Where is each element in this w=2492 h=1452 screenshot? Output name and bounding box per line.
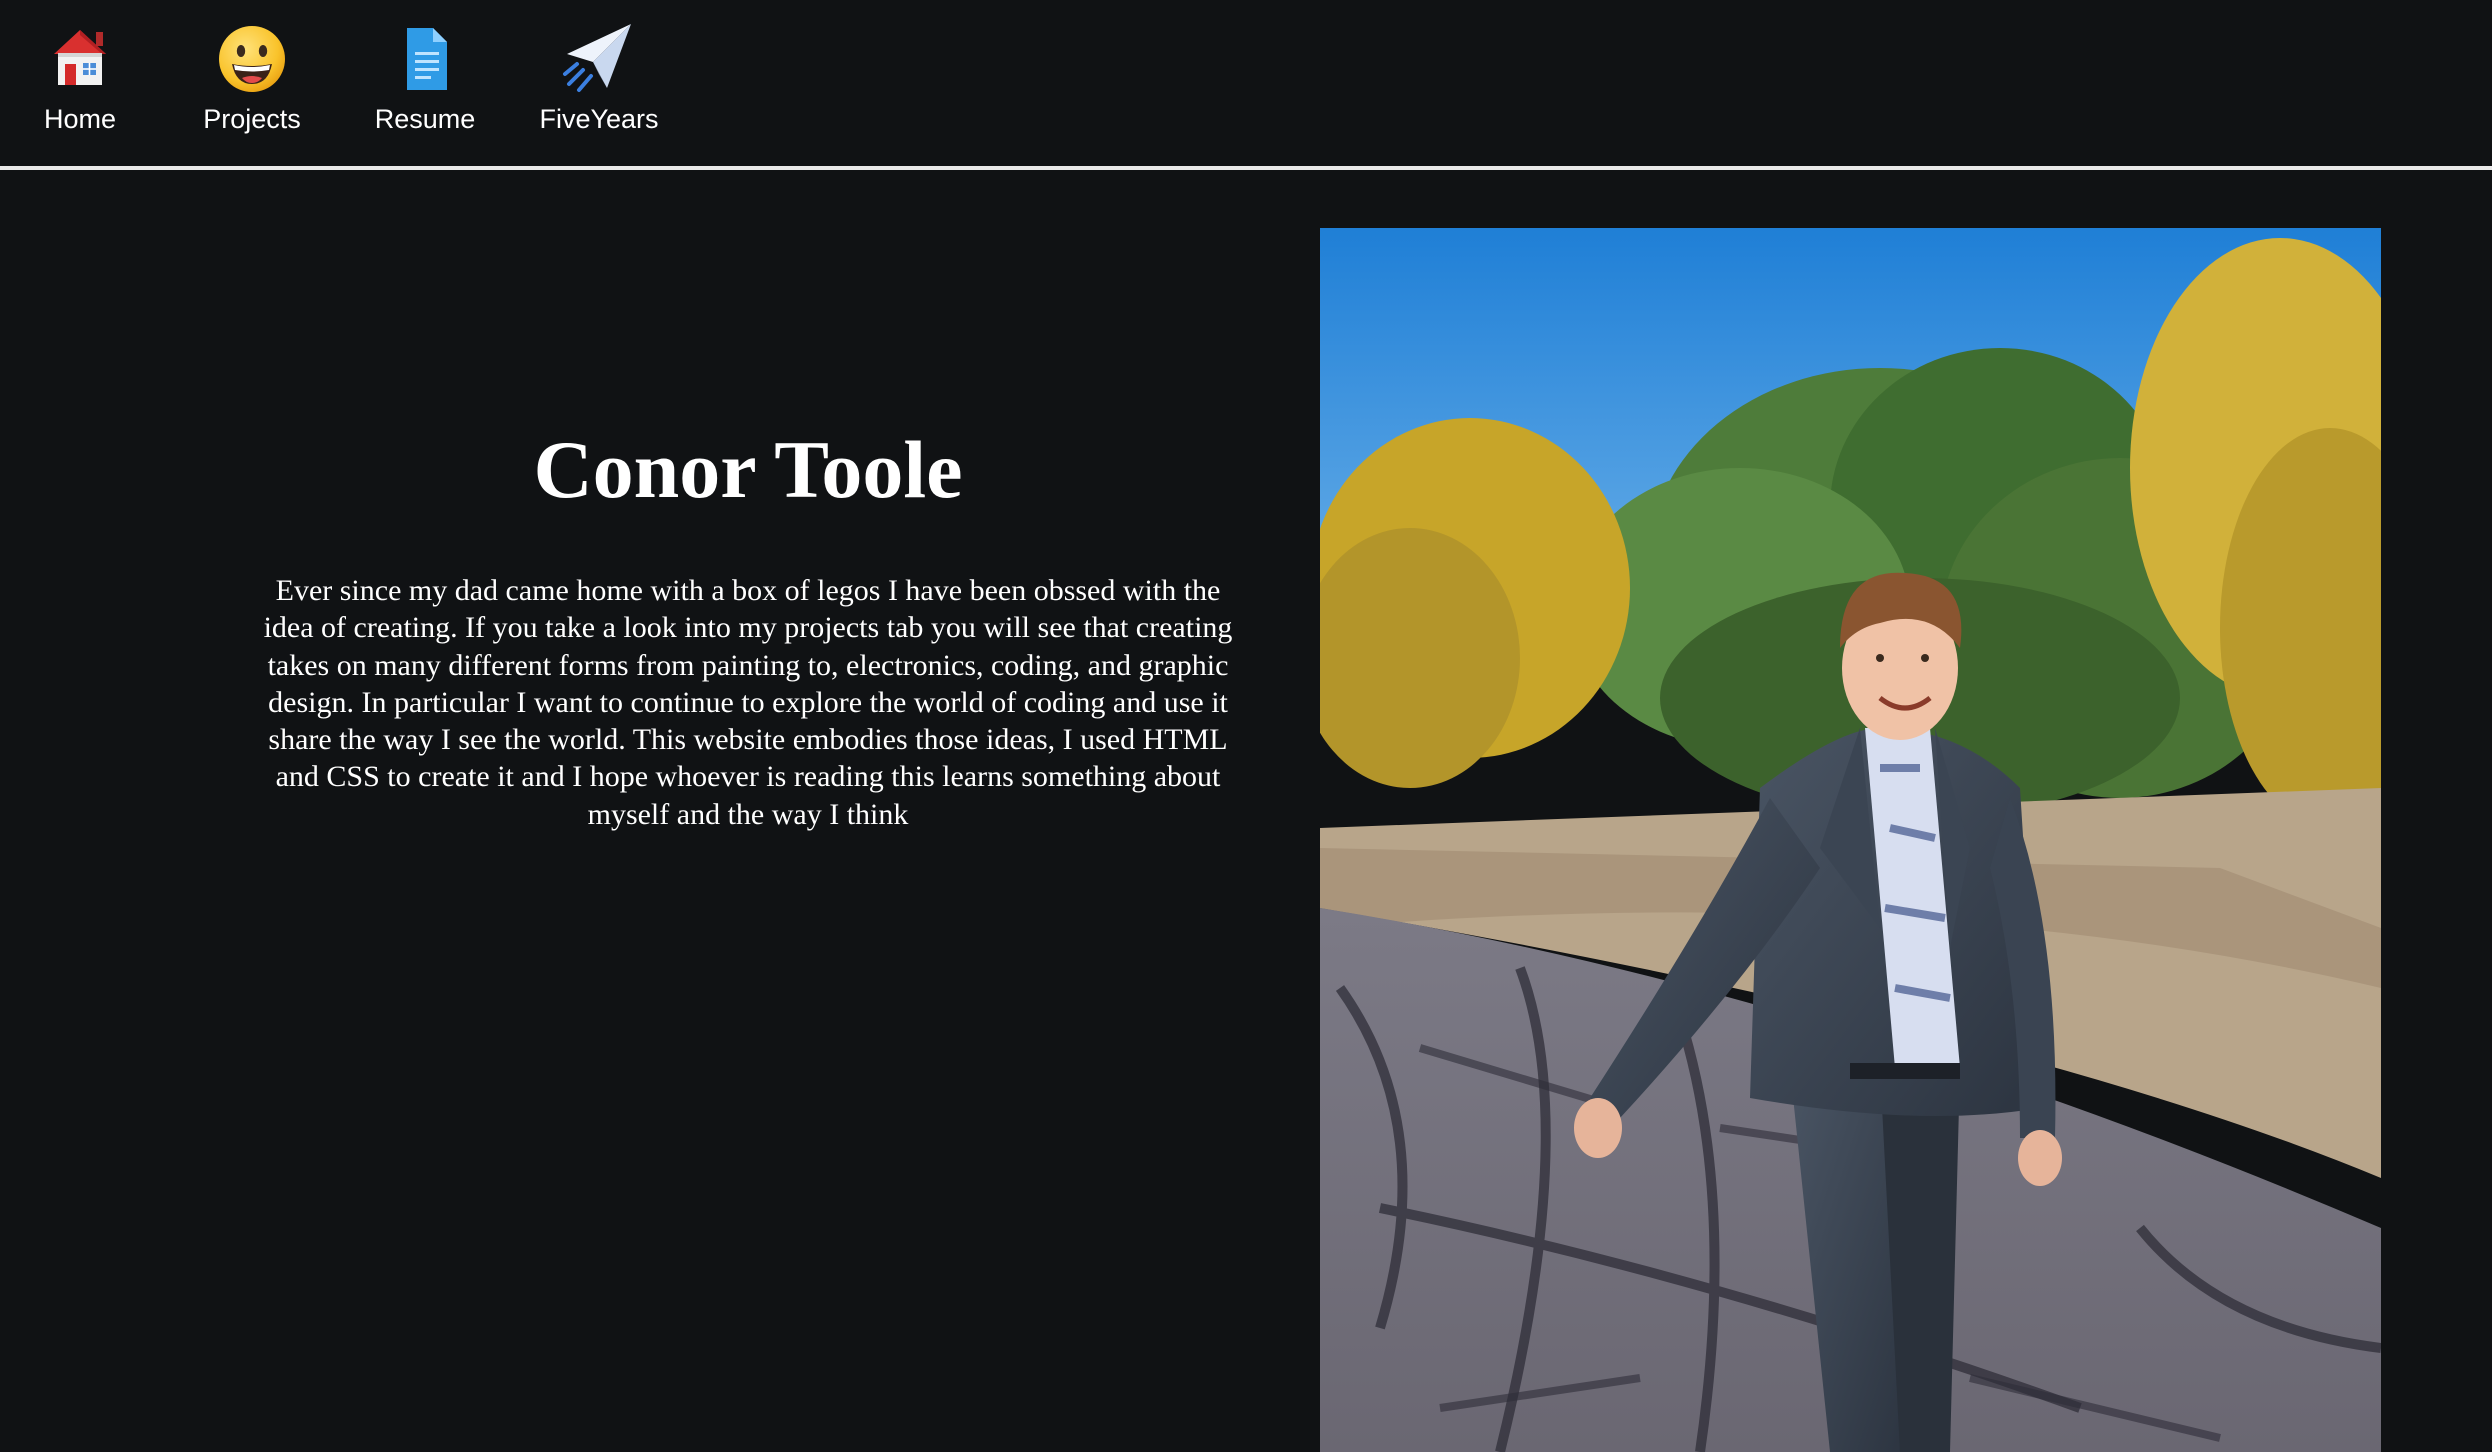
- nav-item-home[interactable]: Home: [0, 14, 166, 144]
- nav-item-fiveyears[interactable]: FiveYears: [513, 14, 685, 144]
- nav-label-fiveyears: FiveYears: [539, 104, 659, 134]
- bio-paragraph: Ever since my dad came home with a box o…: [263, 574, 1233, 831]
- nav-item-projects[interactable]: Projects: [166, 14, 338, 144]
- document-icon: [407, 28, 447, 90]
- portrait-photo: [1320, 228, 2381, 1452]
- page-title: Conor Toole: [533, 424, 963, 515]
- nav-divider: [0, 166, 2492, 170]
- nav-label-home: Home: [43, 104, 117, 134]
- top-navbar: Home Projects Resume FiveYears: [0, 0, 2492, 170]
- paper-plane-icon: [563, 24, 631, 92]
- grinning-face-icon: [219, 26, 285, 92]
- house-icon: [54, 30, 106, 85]
- nav-label-resume: Resume: [374, 104, 476, 134]
- nav-item-resume[interactable]: Resume: [339, 14, 511, 144]
- nav-label-projects: Projects: [203, 104, 301, 134]
